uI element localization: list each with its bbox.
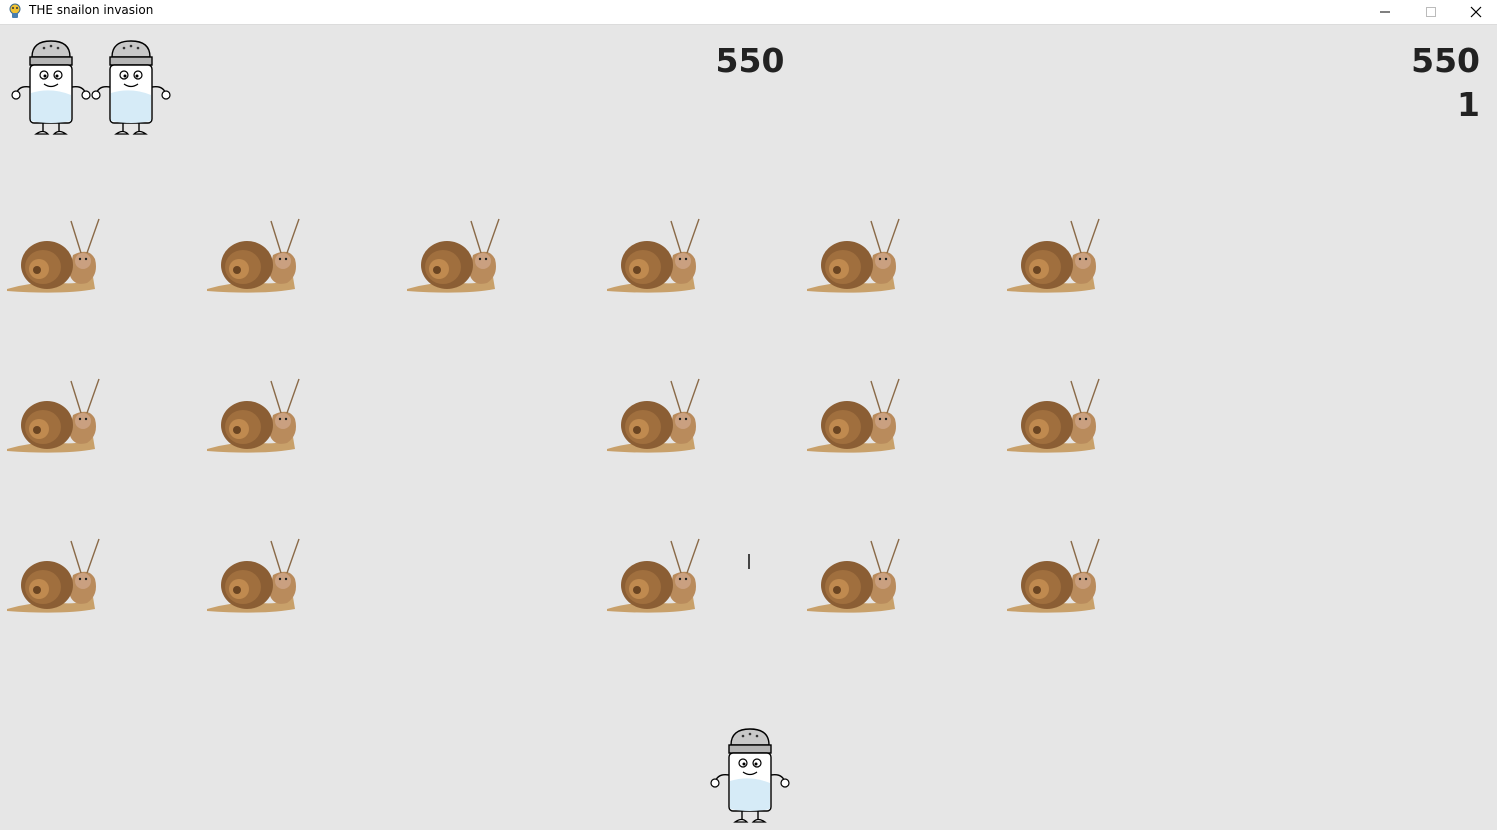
- snail-invader: [203, 217, 305, 297]
- window-title: THE snailon invasion: [29, 3, 154, 17]
- level-display: 1: [1457, 85, 1480, 124]
- snail-invader: [603, 377, 705, 457]
- window-titlebar: THE snailon invasion: [0, 0, 1497, 25]
- maximize-icon: [1426, 7, 1436, 17]
- minimize-icon: [1380, 11, 1390, 13]
- salt-shaker-player: [707, 725, 793, 825]
- snail-invader: [3, 537, 105, 617]
- pygame-snake-icon: [9, 3, 21, 18]
- close-button[interactable]: [1453, 0, 1497, 24]
- life-salt-shaker-icon: [88, 37, 174, 137]
- maximize-button[interactable]: [1408, 0, 1454, 24]
- snail-invader: [1003, 377, 1105, 457]
- snail-invader: [603, 217, 705, 297]
- snail-invader: [203, 377, 305, 457]
- snail-invader: [403, 217, 505, 297]
- snail-invader: [203, 537, 305, 617]
- game-canvas[interactable]: 550 550 1: [0, 25, 1497, 825]
- close-icon: [1470, 6, 1482, 18]
- snail-invader: [3, 377, 105, 457]
- snail-invader: [803, 537, 905, 617]
- snail-invader: [803, 377, 905, 457]
- snail-invader: [3, 217, 105, 297]
- snail-invader: [1003, 217, 1105, 297]
- life-salt-shaker-icon: [8, 37, 94, 137]
- high-score-display: 550: [1411, 41, 1480, 80]
- snail-invader: [1003, 537, 1105, 617]
- player-bullet: [748, 554, 750, 569]
- snail-invader: [603, 537, 705, 617]
- score-display: 550: [715, 41, 785, 80]
- snail-invader: [803, 217, 905, 297]
- minimize-button[interactable]: [1362, 0, 1408, 24]
